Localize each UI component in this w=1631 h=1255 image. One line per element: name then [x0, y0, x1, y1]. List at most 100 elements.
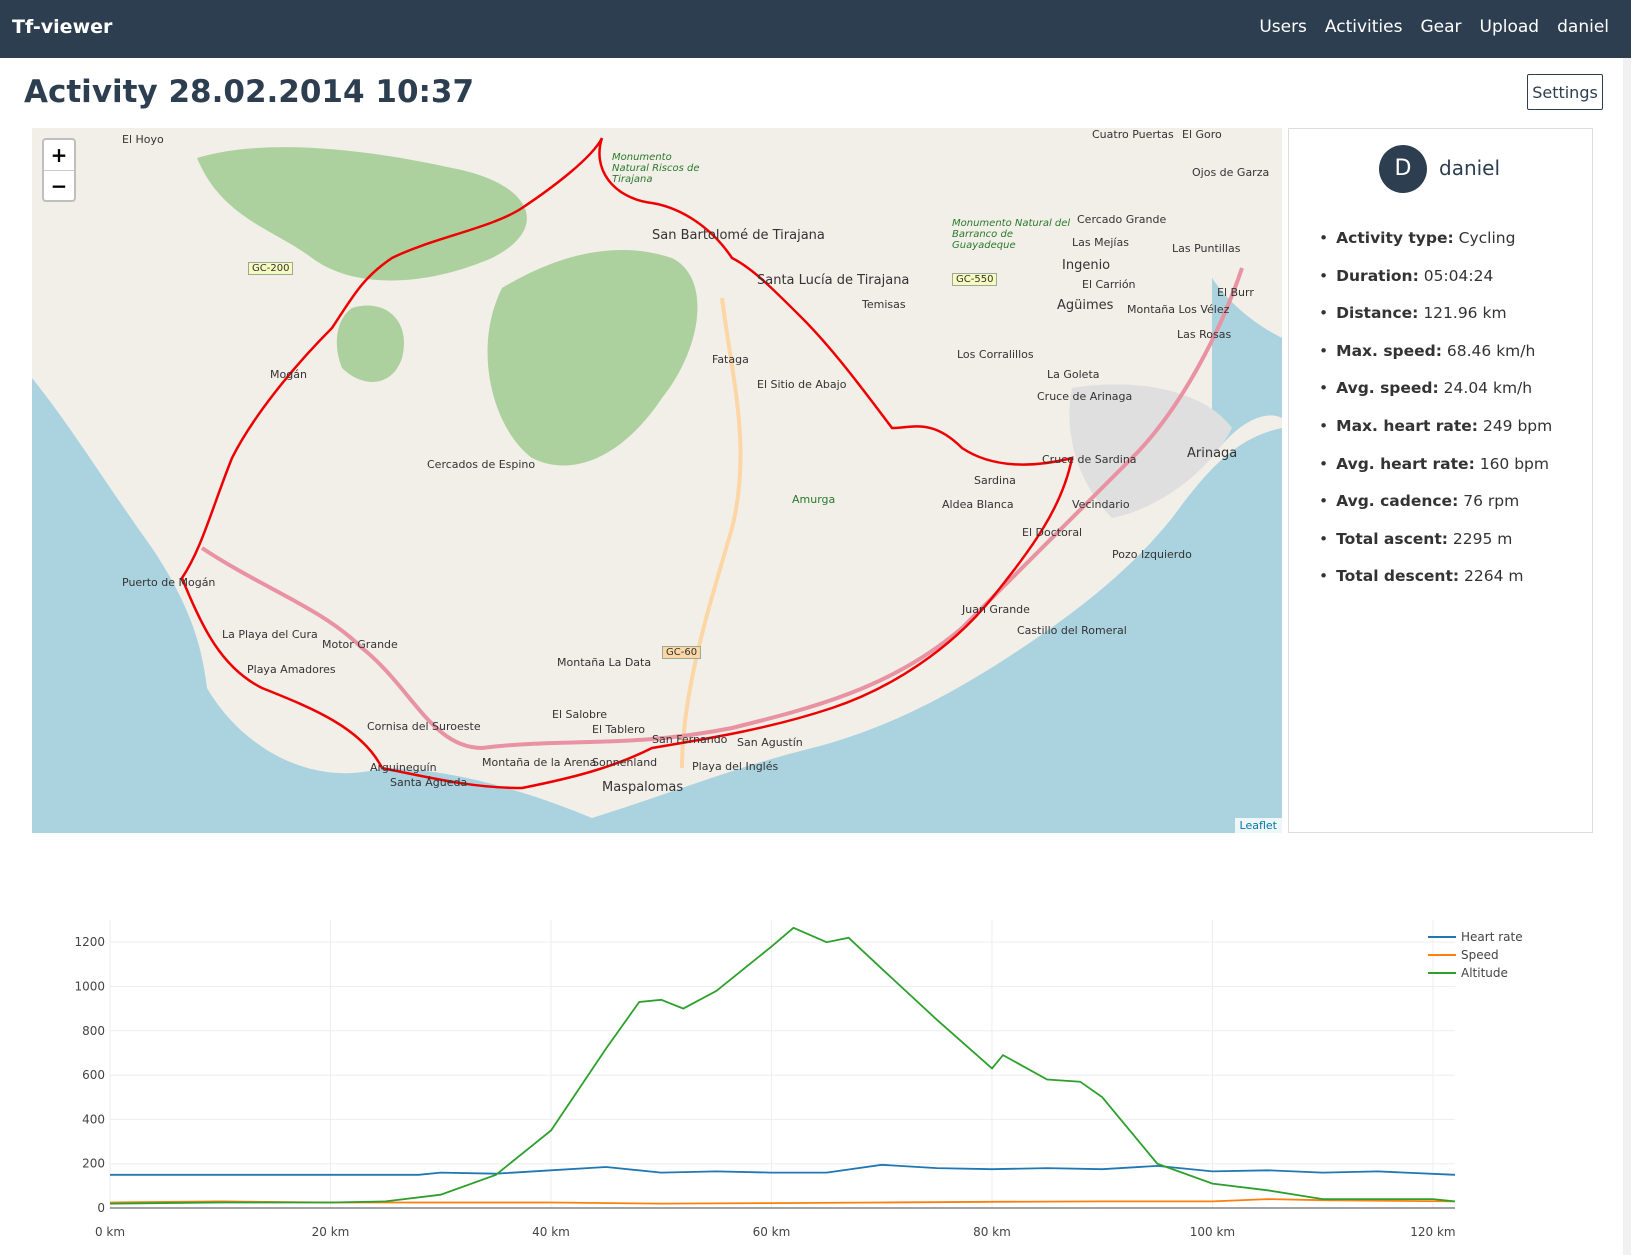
- map-label: Pozo Izquierdo: [1112, 548, 1192, 561]
- profile-username[interactable]: daniel: [1439, 156, 1500, 180]
- map-label: Ojos de Garza: [1192, 166, 1270, 179]
- x-tick-label: 100 km: [1190, 1225, 1235, 1239]
- zoom-control: + −: [42, 138, 76, 202]
- stat-value: 76 rpm: [1463, 492, 1520, 511]
- navbar: Tf-viewer Users Activities Gear Upload d…: [0, 0, 1631, 58]
- map-label: San Agustín: [737, 736, 803, 749]
- map-label: Monumento Natural Riscos de Tirajana: [612, 152, 700, 185]
- map-label: Sonnenland: [592, 756, 658, 769]
- nav-activities-link[interactable]: Activities: [1325, 17, 1403, 37]
- map-label: Castillo del Romeral: [1017, 624, 1127, 637]
- map-label: El Sitio de Abajo: [757, 378, 847, 391]
- stat-avg-cadence: Avg. cadence: 76 rpm: [1319, 492, 1552, 530]
- legend-label: Heart rate: [1461, 930, 1523, 944]
- map-label: Las Puntillas: [1172, 242, 1241, 255]
- stat-duration: Duration: 05:04:24: [1319, 267, 1552, 305]
- stat-label: Avg. cadence:: [1336, 492, 1459, 511]
- x-tick-label: 20 km: [312, 1225, 350, 1239]
- map-label: Santa Lucía de Tirajana: [757, 273, 910, 288]
- stat-label: Max. heart rate:: [1336, 416, 1479, 435]
- map-label: Cuatro Puertas: [1092, 128, 1174, 141]
- map-label: Montaña La Data: [557, 656, 652, 669]
- stat-activity-type: Activity type: Cycling: [1319, 229, 1552, 267]
- map-label: Puerto de Mogán: [122, 576, 216, 589]
- x-tick-label: 60 km: [753, 1225, 791, 1239]
- map-label: Los Corralillos: [957, 348, 1034, 361]
- stat-label: Avg. speed:: [1336, 379, 1439, 398]
- map-label: Fataga: [712, 353, 749, 366]
- chart-svg: 0 km 20 km 40 km 60 km 80 km 100 km 120 km 0 200…: [74, 920, 1523, 1239]
- map-label: Sardina: [974, 474, 1016, 487]
- map-label: Montaña de la Arena: [482, 756, 597, 769]
- stat-label: Duration:: [1336, 266, 1419, 285]
- map-label: Amurga: [792, 493, 836, 506]
- page-scrollbar[interactable]: [1623, 58, 1631, 1255]
- map-label: Maspalomas: [602, 780, 684, 795]
- map-label: GC-60: [662, 646, 702, 659]
- map-label: GC-550: [952, 273, 998, 286]
- stat-total-descent: Total descent: 2264 m: [1319, 567, 1552, 605]
- x-tick-label: 120 km: [1410, 1225, 1455, 1239]
- activity-profile-panel: D daniel Activity type: Cycling Duration…: [1288, 128, 1593, 833]
- stat-value: 24.04 km/h: [1443, 379, 1533, 398]
- map-label: Motor Grande: [322, 638, 398, 651]
- zoom-out-button[interactable]: −: [44, 170, 74, 200]
- activity-map[interactable]: + − El Hoyo Mogán Cercados de Espino Pue…: [32, 128, 1282, 833]
- map-label: Temisas: [862, 298, 906, 311]
- stat-value: 160 bpm: [1479, 454, 1549, 473]
- y-tick-label: 600: [82, 1068, 105, 1082]
- map-label: Cruce de Arinaga: [1037, 390, 1133, 403]
- nav-user-link[interactable]: daniel: [1557, 17, 1609, 37]
- stat-label: Avg. heart rate:: [1336, 454, 1475, 473]
- map-label: Santa Águeda: [390, 776, 468, 789]
- map-label: El Salobre: [552, 708, 608, 721]
- series-line-heart-rate: [110, 1163, 1456, 1176]
- map-label: Mogán: [270, 368, 307, 381]
- stat-label: Total ascent:: [1336, 529, 1448, 548]
- forest-small: [336, 305, 404, 382]
- y-tick-label: 0: [97, 1201, 105, 1215]
- settings-button[interactable]: Settings: [1527, 74, 1603, 110]
- zoom-in-button[interactable]: +: [44, 140, 74, 170]
- map-label: El Carrión: [1082, 278, 1136, 291]
- stat-label: Distance:: [1336, 304, 1419, 323]
- avatar: D: [1379, 145, 1427, 193]
- stat-value: 2295 m: [1452, 529, 1513, 548]
- map-label: La Playa del Cura: [222, 628, 318, 641]
- x-tick-label: 80 km: [973, 1225, 1011, 1239]
- map-label: Ingenio: [1062, 258, 1111, 273]
- legend-label: Altitude: [1461, 966, 1508, 980]
- stat-value: 68.46 km/h: [1446, 341, 1536, 360]
- map-label: Las Rosas: [1177, 328, 1232, 341]
- y-tick-label: 1000: [74, 979, 105, 993]
- map-label: La Goleta: [1047, 368, 1100, 381]
- brand-link[interactable]: Tf-viewer: [12, 16, 112, 38]
- stat-max-heart-rate: Max. heart rate: 249 bpm: [1319, 417, 1552, 455]
- map-label: Playa Amadores: [247, 663, 336, 676]
- leaflet-attribution-link[interactable]: Leaflet: [1234, 818, 1282, 833]
- stat-value: 2264 m: [1464, 567, 1524, 586]
- nav-gear-link[interactable]: Gear: [1420, 17, 1461, 37]
- map-label: Juan Grande: [962, 603, 1030, 616]
- stat-value: 05:04:24: [1423, 266, 1494, 285]
- nav-links: Users Activities Gear Upload daniel: [1259, 17, 1609, 37]
- stat-value: 249 bpm: [1482, 416, 1553, 435]
- map-label: Arinaga: [1187, 446, 1238, 461]
- map-label: Cornisa del Suroeste: [367, 720, 481, 733]
- map-label: El Goro: [1182, 128, 1222, 141]
- map-label: Monumento Natural del Barranco de Guayad…: [952, 218, 1071, 251]
- nav-upload-link[interactable]: Upload: [1480, 17, 1540, 37]
- map-label: San Fernando: [652, 733, 728, 746]
- y-tick-label: 400: [82, 1112, 105, 1126]
- stat-value: 121.96 km: [1423, 304, 1507, 323]
- nav-users-link[interactable]: Users: [1259, 17, 1307, 37]
- map-label: Vecindario: [1072, 498, 1130, 511]
- map-label: Aldea Blanca: [942, 498, 1014, 511]
- stat-label: Activity type:: [1336, 229, 1454, 247]
- series-line-altitude: [109, 926, 1456, 1205]
- map-label: El Tablero: [592, 723, 645, 736]
- activity-chart: 0 km 20 km 40 km 60 km 80 km 100 km 120 km 0 200…: [60, 920, 1600, 1250]
- stat-avg-speed: Avg. speed: 24.04 km/h: [1319, 379, 1552, 417]
- legend-label: Speed: [1461, 948, 1499, 962]
- stat-label: Total descent:: [1336, 567, 1460, 586]
